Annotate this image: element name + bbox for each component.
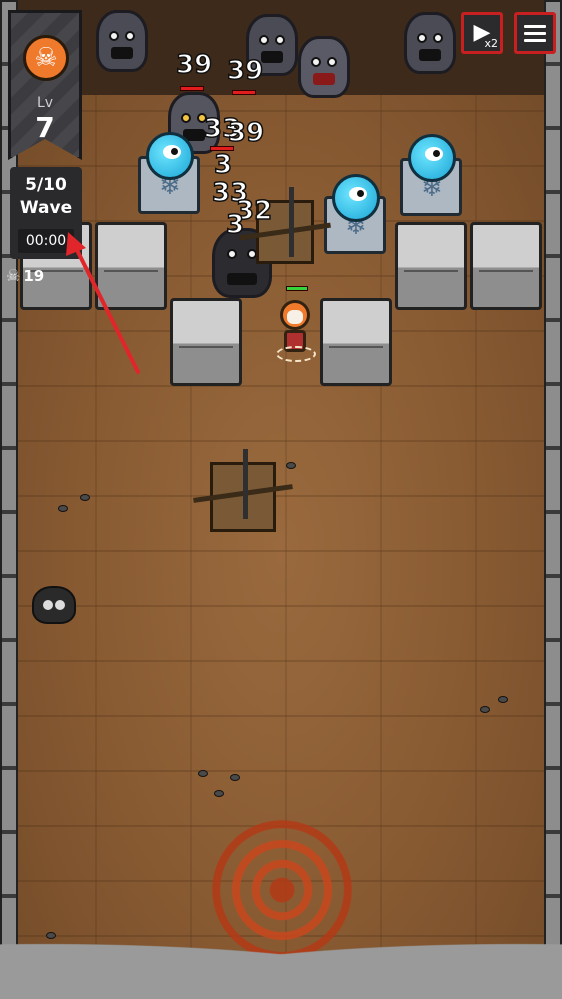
damage-number: 3 (225, 209, 245, 241)
kill-counter: ☠ 19 (6, 266, 44, 285)
level-banner: Lv 7 (8, 10, 82, 160)
stone-block (320, 298, 392, 386)
menu-icon (524, 24, 546, 42)
damage-number: 3 (213, 149, 233, 181)
wave-timer: 00:00 (18, 229, 74, 253)
bottom-rocks (0, 929, 562, 999)
ice-crystal-eye (146, 132, 194, 180)
skull-icon (32, 586, 76, 624)
kill-count: 19 (23, 266, 45, 285)
ice-crystal-eye (332, 174, 380, 222)
damage-number: 39 (226, 55, 264, 87)
enemy-health-bar (210, 146, 234, 151)
speed-button[interactable]: ▶ x2 (461, 12, 503, 54)
wave-panel: 5/10 Wave 00:00 (10, 167, 82, 259)
ice-crystal-eye (408, 134, 456, 182)
rock (80, 494, 90, 501)
stone-block (395, 222, 467, 310)
crossbow-turret[interactable] (210, 449, 276, 532)
monster-enemy (298, 36, 350, 98)
skull-icon: ☠ (6, 266, 21, 285)
damage-number: 39 (175, 49, 213, 81)
right-wall (544, 0, 562, 999)
rock (286, 462, 296, 469)
stone-block (95, 222, 167, 310)
stone-block (470, 222, 542, 310)
speed-multiplier: x2 (484, 37, 498, 50)
monster-enemy (404, 12, 456, 74)
damage-number: 39 (227, 117, 265, 149)
wave-label: Wave (19, 198, 73, 218)
player-health-bar (286, 286, 308, 291)
fire-skull-icon (23, 35, 69, 81)
stone-block (170, 298, 242, 386)
rock (198, 770, 208, 777)
enemy-health-bar (232, 90, 256, 95)
monster-enemy (96, 10, 148, 72)
rock (498, 696, 508, 703)
enemy-health-bar (180, 86, 204, 91)
wave-count: 5/10 (25, 175, 67, 195)
rock (230, 774, 240, 781)
rock (58, 505, 68, 512)
player-character (274, 300, 318, 364)
rock (480, 706, 490, 713)
rock (214, 790, 224, 797)
level-label: Lv (36, 95, 54, 111)
game-arena[interactable]: ❄ ❄ ❄ 39 39 33 39 33 32 3 3 (0, 0, 562, 999)
menu-button[interactable] (514, 12, 556, 54)
